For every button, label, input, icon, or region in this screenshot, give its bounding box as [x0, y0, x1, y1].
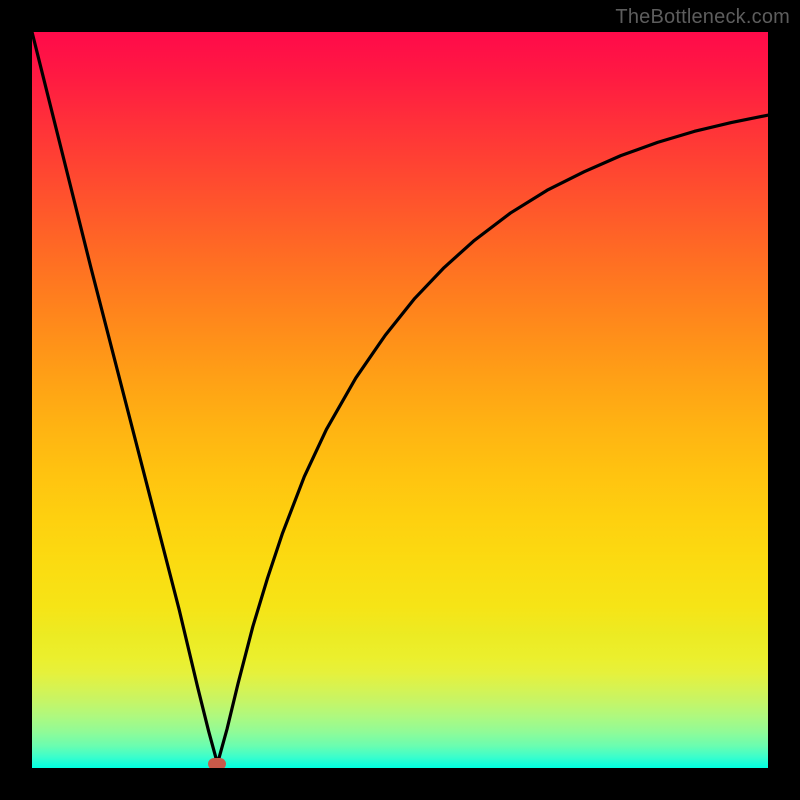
curve-svg — [32, 32, 768, 768]
plot-area — [32, 32, 768, 768]
bottleneck-curve — [32, 32, 768, 764]
watermark-text: TheBottleneck.com — [615, 6, 790, 29]
optimal-point-marker — [208, 758, 226, 768]
chart-frame: TheBottleneck.com — [0, 0, 800, 800]
